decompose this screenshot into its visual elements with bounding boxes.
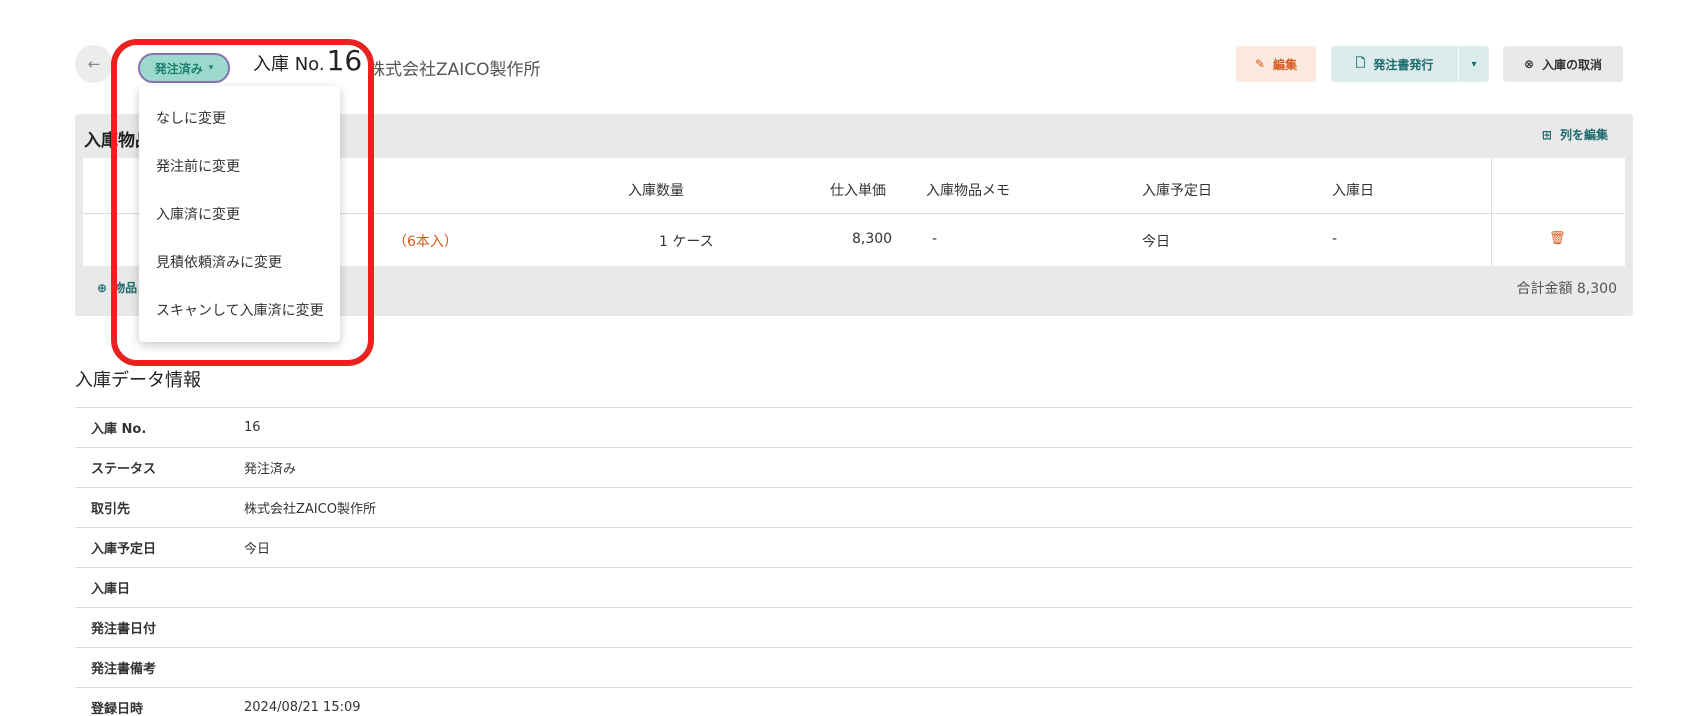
- info-row: 入庫日: [75, 567, 1633, 607]
- info-section-title: 入庫データ情報: [75, 370, 201, 391]
- issue-order-button[interactable]: 🗋 発注書発行: [1331, 46, 1458, 82]
- back-button[interactable]: ←: [75, 45, 113, 83]
- info-key: 入庫 No.: [91, 422, 147, 437]
- item-quantity: 1 ケース: [659, 234, 714, 250]
- item-unit-price: 8,300: [852, 231, 893, 247]
- info-value: 株式会社ZAICO製作所: [244, 502, 376, 517]
- document-icon: 🗋: [1355, 55, 1366, 70]
- item-scheduled-date: 今日: [1142, 234, 1170, 250]
- info-row: 発注書備考: [75, 647, 1633, 687]
- page-title: 入庫 No. 16: [253, 44, 362, 77]
- column-header-memo: 入庫物品メモ: [926, 183, 1010, 199]
- trash-icon[interactable]: 🗑: [1549, 231, 1566, 246]
- status-dropdown-menu: なしに変更 発注前に変更 入庫済に変更 見積依頼済みに変更 スキャンして入庫済に…: [139, 86, 340, 342]
- total-label: 合計金額: [1516, 281, 1573, 297]
- status-label: 発注済み: [154, 61, 203, 76]
- info-key: 発注書備考: [91, 662, 157, 677]
- pencil-icon: ✎: [1254, 57, 1266, 71]
- title-number: 16: [326, 44, 363, 77]
- chevron-down-icon: ▾: [1471, 58, 1477, 70]
- cancel-receipt-button[interactable]: ⊗ 入庫の取消: [1503, 46, 1623, 82]
- info-key: 入庫日: [91, 582, 131, 597]
- info-key: ステータス: [91, 462, 157, 477]
- item-name-link[interactable]: （6本入）: [393, 231, 458, 251]
- info-row: 入庫 No. 16: [75, 407, 1633, 447]
- info-key: 取引先: [91, 502, 131, 517]
- info-value: 16: [244, 420, 261, 435]
- chevron-down-icon: ▾: [208, 63, 214, 73]
- menu-item-set-before-order[interactable]: 発注前に変更: [139, 142, 340, 190]
- add-item-label: 物品: [113, 281, 138, 295]
- menu-item-scan-set-received[interactable]: スキャンして入庫済に変更: [139, 286, 340, 334]
- title-label: 入庫 No.: [253, 54, 325, 75]
- edit-columns-button[interactable]: ⊞ 列を編集: [1542, 126, 1608, 143]
- issue-order-label: 発注書発行: [1373, 57, 1434, 72]
- item-memo: -: [932, 231, 938, 247]
- arrow-left-icon: ←: [87, 55, 101, 73]
- column-header-quantity: 入庫数量: [628, 183, 684, 199]
- menu-item-set-quote-requested[interactable]: 見積依頼済みに変更: [139, 238, 340, 286]
- total-amount: 合計金額 8,300: [1516, 278, 1617, 298]
- add-item-button[interactable]: ⊕ 物品: [97, 279, 137, 296]
- column-header-scheduled-date: 入庫予定日: [1142, 183, 1212, 199]
- info-table: 入庫 No. 16 ステータス 発注済み 取引先 株式会社ZAICO製作所 入庫予定日…: [75, 407, 1633, 716]
- edit-columns-label: 列を編集: [1559, 128, 1608, 142]
- info-row: 入庫予定日 今日: [75, 527, 1633, 567]
- info-key: 入庫予定日: [91, 542, 157, 557]
- supplier-name: 株式会社ZAICO製作所: [368, 60, 541, 80]
- info-row: 取引先 株式会社ZAICO製作所: [75, 487, 1633, 527]
- add-column-icon: ⊞: [1541, 127, 1552, 142]
- info-row: 発注書日付: [75, 607, 1633, 647]
- edit-button-label: 編集: [1273, 57, 1298, 72]
- info-key: 登録日時: [91, 702, 144, 716]
- column-header-unit-price: 仕入単価: [830, 183, 886, 199]
- close-circle-icon: ⊗: [1523, 57, 1535, 71]
- column-header-received-date: 入庫日: [1332, 183, 1374, 199]
- menu-item-set-none[interactable]: なしに変更: [139, 94, 340, 142]
- issue-order-dropdown-button[interactable]: ▾: [1459, 46, 1489, 82]
- edit-button[interactable]: ✎ 編集: [1236, 46, 1316, 82]
- plus-circle-icon: ⊕: [97, 280, 108, 295]
- info-value: 今日: [244, 542, 271, 557]
- info-value: 発注済み: [244, 462, 297, 477]
- menu-item-set-received[interactable]: 入庫済に変更: [139, 190, 340, 238]
- info-key: 発注書日付: [91, 622, 157, 637]
- table-column-divider: [1491, 158, 1492, 266]
- total-value: 8,300: [1576, 281, 1617, 297]
- cancel-receipt-label: 入庫の取消: [1542, 57, 1603, 72]
- info-row: ステータス 発注済み: [75, 447, 1633, 487]
- status-dropdown-button[interactable]: 発注済み ▾: [138, 53, 230, 83]
- info-value: 2024/08/21 15:09: [244, 700, 361, 715]
- info-row: 登録日時 2024/08/21 15:09: [75, 687, 1633, 716]
- item-received-date: -: [1332, 231, 1338, 247]
